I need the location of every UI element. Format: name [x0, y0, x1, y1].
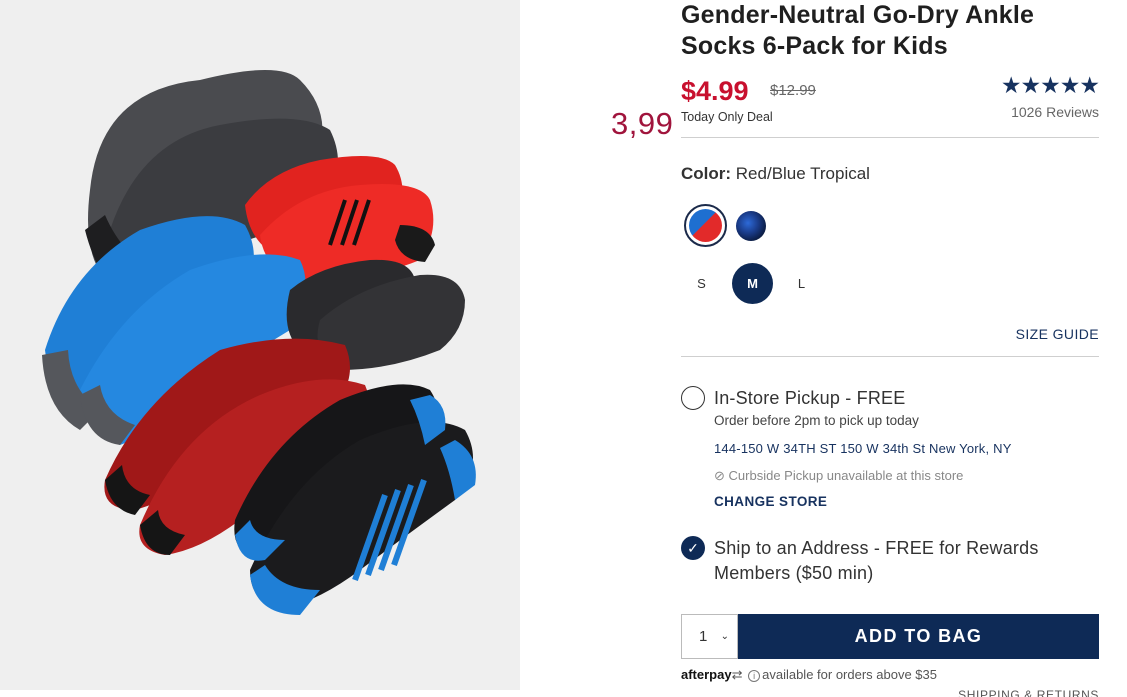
afterpay-text: available for orders above $35: [762, 667, 937, 682]
info-icon[interactable]: i: [748, 670, 761, 682]
curbside-text: Curbside Pickup unavailable at this stor…: [728, 468, 964, 483]
product-details: Gender-Neutral Go-Dry Ankle Socks 6-Pack…: [681, 0, 1100, 683]
pickup-radio[interactable]: [681, 386, 705, 410]
quantity-value: 1: [699, 628, 708, 645]
unavailable-icon: ⊘: [714, 468, 725, 483]
size-guide-link[interactable]: SIZE GUIDE: [681, 326, 1099, 357]
reviews-link[interactable]: 1026 Reviews: [1011, 104, 1099, 120]
afterpay-note: afterpay⇄ i available for orders above $3…: [681, 667, 1099, 683]
color-value: Red/Blue Tropical: [735, 164, 870, 183]
afterpay-arrows-icon: ⇄: [731, 667, 743, 682]
handwritten-price-annotation: 3,99: [611, 106, 674, 141]
color-selection-label: Color: Red/Blue Tropical: [681, 164, 1099, 184]
store-address: 144-150 W 34TH ST 150 W 34th St New York…: [714, 441, 1012, 456]
size-option-l[interactable]: L: [781, 263, 822, 304]
size-option-m[interactable]: M: [732, 263, 773, 304]
swatch-red-blue-tropical[interactable]: [684, 204, 727, 247]
color-swatches: [681, 204, 1099, 248]
color-label: Color:: [681, 164, 732, 183]
ship-title: Ship to an Address - FREE for Rewards Me…: [714, 538, 1039, 583]
product-title: Gender-Neutral Go-Dry Ankle Socks 6-Pack…: [681, 1, 1035, 60]
pickup-title: In-Store Pickup - FREE: [714, 388, 906, 408]
pickup-subtitle: Order before 2pm to pick up today: [714, 413, 919, 428]
ship-to-address-option[interactable]: ✓ Ship to an Address - FREE for Rewards …: [681, 536, 1099, 586]
sale-price: $4.99: [681, 76, 749, 106]
change-store-link[interactable]: CHANGE STORE: [714, 494, 1099, 509]
check-icon[interactable]: ✓: [681, 536, 705, 560]
add-to-bag-button[interactable]: ADD TO BAG: [738, 614, 1099, 659]
chevron-down-icon: ⌄: [720, 631, 729, 642]
add-to-bag-row: 1 ⌄ ADD TO BAG: [681, 614, 1099, 659]
socks-photo: [0, 0, 520, 690]
quantity-select[interactable]: 1 ⌄: [681, 614, 738, 659]
original-price: $12.99: [770, 82, 816, 99]
shipping-returns-link[interactable]: SHIPPING & RETURNS: [958, 688, 1099, 697]
size-options: S M L: [681, 263, 1099, 305]
star-rating[interactable]: ★★★★★: [1001, 72, 1100, 99]
product-image[interactable]: [0, 0, 520, 690]
curbside-note: ⊘ Curbside Pickup unavailable at this st…: [714, 468, 1099, 484]
swatch-blue-pattern[interactable]: [736, 211, 766, 241]
size-option-s[interactable]: S: [681, 263, 722, 304]
afterpay-logo: afterpay: [681, 667, 732, 682]
price-row: $4.99 $12.99 Today Only Deal ★★★★★ 1026 …: [681, 72, 1100, 138]
in-store-pickup-option[interactable]: In-Store Pickup - FREE Order before 2pm …: [681, 386, 1099, 509]
deal-label: Today Only Deal: [681, 110, 773, 124]
